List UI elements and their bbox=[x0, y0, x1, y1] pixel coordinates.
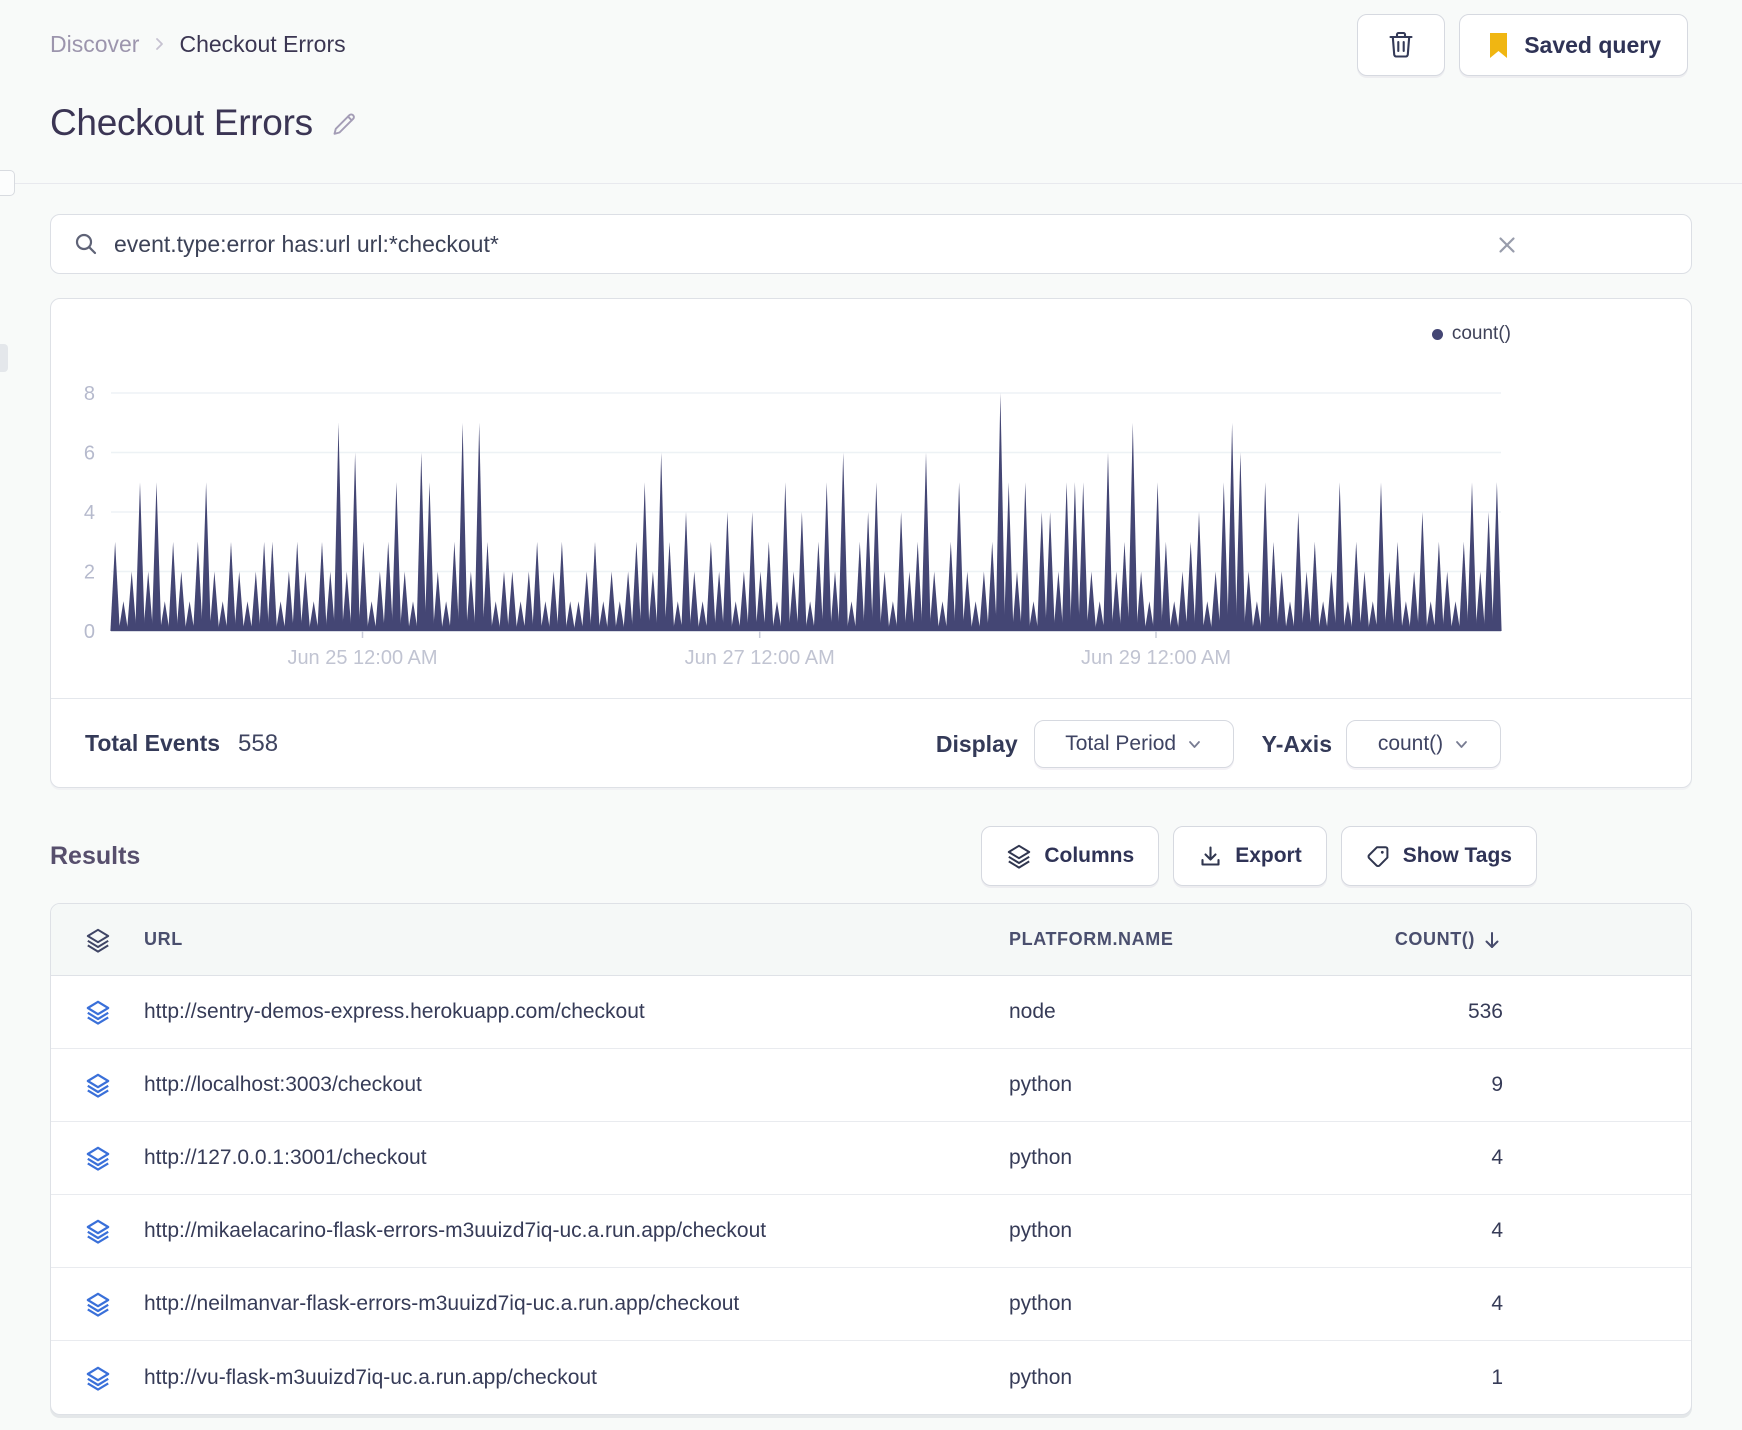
results-table: URL PLATFORM.NAME COUNT() http://sentry-… bbox=[50, 903, 1692, 1415]
tag-icon bbox=[1367, 845, 1389, 867]
stack-icon[interactable] bbox=[85, 927, 111, 953]
legend-dot bbox=[1431, 328, 1443, 340]
show-tags-button[interactable]: Show Tags bbox=[1340, 826, 1537, 886]
column-header-platform[interactable]: PLATFORM.NAME bbox=[1009, 929, 1339, 950]
breadcrumb-link-discover[interactable]: Discover bbox=[50, 31, 139, 58]
display-period-dropdown[interactable]: Total Period bbox=[1033, 720, 1234, 768]
table-header-row: URL PLATFORM.NAME COUNT() bbox=[51, 904, 1691, 976]
display-period-value: Total Period bbox=[1065, 732, 1177, 755]
table-row[interactable]: http://mikaelacarino-flask-errors-m3uuiz… bbox=[51, 1195, 1691, 1268]
svg-text:Jun 25 12:00 AM: Jun 25 12:00 AM bbox=[287, 647, 437, 669]
results-row: Results Columns Export Show Tags bbox=[50, 824, 1692, 888]
stack-icon[interactable] bbox=[85, 1072, 111, 1098]
svg-text:8: 8 bbox=[84, 383, 95, 405]
count-cell: 1 bbox=[1491, 1365, 1503, 1389]
count-cell: 9 bbox=[1491, 1073, 1503, 1096]
url-cell[interactable]: http://127.0.0.1:3001/checkout bbox=[144, 1146, 1009, 1170]
display-label: Display bbox=[935, 730, 1018, 757]
export-button-label: Export bbox=[1235, 844, 1302, 867]
svg-text:2: 2 bbox=[84, 562, 95, 584]
platform-cell: python bbox=[1009, 1146, 1073, 1169]
url-cell[interactable]: http://mikaelacarino-flask-errors-m3uuiz… bbox=[144, 1219, 1009, 1243]
table-row[interactable]: http://localhost:3003/checkout python 9 bbox=[51, 1049, 1691, 1122]
table-body: http://sentry-demos-express.herokuapp.co… bbox=[51, 976, 1691, 1414]
yaxis-label: Y-Axis bbox=[1261, 730, 1332, 757]
download-icon bbox=[1201, 845, 1220, 866]
column-header-url[interactable]: URL bbox=[144, 929, 1009, 950]
yaxis-dropdown[interactable]: count() bbox=[1346, 720, 1501, 768]
svg-text:6: 6 bbox=[84, 443, 95, 465]
platform-cell: python bbox=[1009, 1365, 1073, 1389]
stack-icon[interactable] bbox=[85, 999, 111, 1025]
svg-text:0: 0 bbox=[84, 621, 95, 643]
platform-cell: node bbox=[1009, 1000, 1056, 1023]
search-input[interactable] bbox=[114, 230, 1394, 258]
results-heading: Results bbox=[50, 841, 141, 870]
clear-search-icon[interactable] bbox=[1495, 233, 1519, 257]
platform-cell: python bbox=[1009, 1219, 1073, 1242]
url-cell[interactable]: http://vu-flask-m3uuizd7iq-uc.a.run.app/… bbox=[144, 1366, 1009, 1390]
columns-button-label: Columns bbox=[1044, 844, 1135, 867]
total-events-label: Total Events bbox=[85, 730, 221, 756]
url-cell[interactable]: http://localhost:3003/checkout bbox=[144, 1073, 1009, 1097]
results-buttons: Columns Export Show Tags bbox=[981, 826, 1537, 886]
saved-query-button[interactable]: Saved query bbox=[1459, 14, 1688, 76]
header-actions: Saved query bbox=[1357, 14, 1688, 76]
breadcrumb: Discover Checkout Errors bbox=[50, 26, 346, 62]
stack-icon[interactable] bbox=[85, 1145, 111, 1171]
chevron-down-icon bbox=[1456, 740, 1468, 748]
chart-legend[interactable]: count() bbox=[1431, 323, 1511, 345]
count-cell: 4 bbox=[1491, 1292, 1503, 1315]
sort-desc-icon bbox=[1485, 931, 1499, 948]
total-events-value: 558 bbox=[238, 730, 279, 757]
columns-button[interactable]: Columns bbox=[981, 826, 1160, 886]
total-events: Total Events 558 bbox=[85, 730, 278, 758]
bookmark-icon bbox=[1486, 32, 1511, 59]
count-cell: 536 bbox=[1467, 1000, 1503, 1023]
platform-cell: python bbox=[1009, 1073, 1073, 1096]
count-cell: 4 bbox=[1491, 1219, 1503, 1242]
show-tags-button-label: Show Tags bbox=[1402, 844, 1512, 867]
svg-text:Jun 29 12:00 AM: Jun 29 12:00 AM bbox=[1081, 647, 1231, 669]
page-title: Checkout Errors bbox=[50, 102, 313, 143]
table-row[interactable]: http://neilmanvar-flask-errors-m3uuizd7i… bbox=[51, 1268, 1691, 1341]
chart-footer: Total Events 558 Display Total Period Y-… bbox=[51, 698, 1691, 789]
edit-title-icon[interactable] bbox=[329, 108, 360, 139]
url-cell[interactable]: http://sentry-demos-express.herokuapp.co… bbox=[144, 1000, 1009, 1024]
sidebar-handle[interactable] bbox=[0, 344, 8, 372]
table-row[interactable]: http://127.0.0.1:3001/checkout python 4 bbox=[51, 1122, 1691, 1195]
chevron-down-icon bbox=[1189, 740, 1201, 748]
chart-panel: 0 2 4 6 8 Jun 25 12:00 AM Jun 27 12:00 AM Jun 2… bbox=[50, 298, 1692, 788]
stack-icon bbox=[1008, 844, 1031, 869]
platform-cell: python bbox=[1009, 1292, 1073, 1315]
url-cell[interactable]: http://neilmanvar-flask-errors-m3uuizd7i… bbox=[144, 1292, 1009, 1316]
breadcrumb-current: Checkout Errors bbox=[179, 30, 346, 57]
trash-icon bbox=[1384, 28, 1418, 62]
chart-controls: Display Total Period Y-Axis count() bbox=[936, 720, 1501, 768]
stack-icon[interactable] bbox=[85, 1365, 111, 1391]
header-divider bbox=[0, 183, 1742, 184]
stack-icon[interactable] bbox=[85, 1291, 111, 1317]
saved-query-label: Saved query bbox=[1524, 31, 1661, 58]
delete-query-button[interactable] bbox=[1357, 14, 1446, 76]
svg-text:4: 4 bbox=[84, 502, 95, 524]
title-row: Checkout Errors bbox=[50, 102, 360, 144]
count-cell: 4 bbox=[1491, 1146, 1503, 1169]
table-row[interactable]: http://vu-flask-m3uuizd7iq-uc.a.run.app/… bbox=[51, 1341, 1691, 1414]
svg-text:Jun 27 12:00 AM: Jun 27 12:00 AM bbox=[685, 647, 835, 669]
legend-label: count() bbox=[1451, 323, 1511, 344]
export-button[interactable]: Export bbox=[1173, 826, 1327, 886]
table-row[interactable]: http://sentry-demos-express.herokuapp.co… bbox=[51, 976, 1691, 1049]
breadcrumb-chevron-icon bbox=[151, 36, 167, 52]
stack-icon[interactable] bbox=[85, 1218, 111, 1244]
events-chart: 0 2 4 6 8 Jun 25 12:00 AM Jun 27 12:00 AM Jun 2… bbox=[84, 383, 1502, 669]
sidebar-collapse-tab[interactable] bbox=[0, 170, 15, 196]
search-icon bbox=[73, 231, 99, 257]
column-header-count[interactable]: COUNT() bbox=[1339, 929, 1691, 951]
yaxis-value: count() bbox=[1377, 732, 1444, 755]
search-bar[interactable] bbox=[50, 214, 1692, 274]
